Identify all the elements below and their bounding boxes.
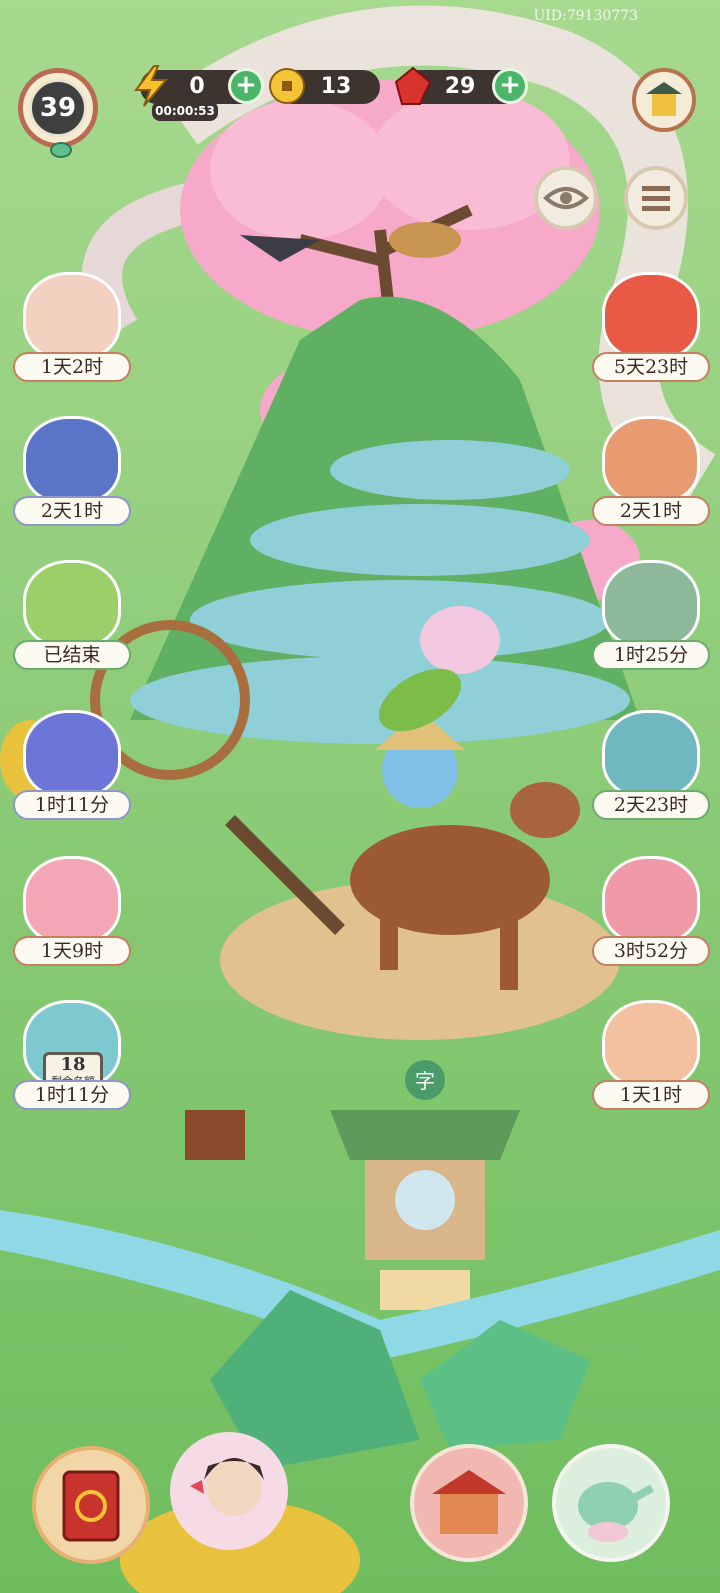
- event-timer: 2天1时: [13, 496, 131, 526]
- event-timer: 1天9时: [13, 936, 131, 966]
- event-timer: 1时11分: [13, 1080, 131, 1110]
- event-jade-cat-gift[interactable]: 2天23时: [592, 710, 710, 820]
- menu-button[interactable]: [624, 166, 688, 230]
- coin-value: 13: [320, 74, 352, 99]
- player-level-badge[interactable]: 39: [12, 62, 104, 158]
- eye-icon: [543, 187, 589, 209]
- remaining-quota-number: 18: [60, 1054, 86, 1075]
- shop-button[interactable]: [632, 68, 696, 132]
- event-timer: 3时52分: [592, 936, 710, 966]
- fox-cat-icon: [602, 272, 700, 360]
- energy-value: 0: [189, 74, 205, 99]
- energy-timer: 00:00:53: [152, 101, 218, 121]
- gem-counter: 29 +: [394, 66, 528, 105]
- event-swallow-kite[interactable]: 1时11分: [13, 710, 131, 820]
- incense-burner: [185, 1110, 245, 1160]
- character-button[interactable]: [170, 1432, 288, 1550]
- user-id: UID:79130773: [533, 8, 638, 24]
- event-scarecrow[interactable]: 已结束: [13, 560, 131, 670]
- event-timer: 1天2时: [13, 352, 131, 382]
- list-menu-icon: [642, 186, 670, 211]
- event-mouse[interactable]: 1天9时: [13, 856, 131, 966]
- view-toggle-button[interactable]: [534, 166, 598, 230]
- rice-pot: [420, 606, 500, 674]
- shrine-sign: 字: [415, 1069, 435, 1093]
- fan-cat-icon: [602, 416, 700, 504]
- add-energy-button[interactable]: +: [228, 68, 264, 104]
- couplet-book-icon: [23, 272, 121, 360]
- scarecrow-icon: [23, 560, 121, 648]
- event-timer: 1天1时: [592, 1080, 710, 1110]
- swallow-kite-icon: [23, 710, 121, 798]
- mouse-icon: [23, 856, 121, 944]
- event-couplet-book[interactable]: 1天2时: [13, 272, 131, 382]
- calico-cat-icon: [23, 416, 121, 504]
- event-calico-cat[interactable]: 2天1时: [13, 416, 131, 526]
- jade-gem-icon: [50, 142, 72, 158]
- market-stall-icon: [432, 1470, 506, 1534]
- character-portrait-icon: [190, 1458, 264, 1516]
- teapot-icon: [578, 1482, 654, 1542]
- lucky-cat-icon: [602, 1000, 700, 1088]
- event-timer: 5天23时: [592, 352, 710, 382]
- gem-value: 29: [444, 74, 476, 99]
- ruby-icon: [394, 66, 432, 105]
- jade-cat-gift-icon: [602, 710, 700, 798]
- event-fan-cat[interactable]: 2天1时: [592, 416, 710, 526]
- event-fox-cat[interactable]: 5天23时: [592, 272, 710, 382]
- event-cards[interactable]: 1时25分: [592, 560, 710, 670]
- event-red-box[interactable]: 3时52分: [592, 856, 710, 966]
- storybook-button[interactable]: [32, 1446, 150, 1564]
- event-timer: 2天1时: [592, 496, 710, 526]
- event-timer: 1时11分: [13, 790, 131, 820]
- event-calendar-dragon[interactable]: 18 剩余名额 1时11分: [13, 1000, 131, 1110]
- bird-nest: [389, 222, 461, 258]
- energy-counter: 0 +: [134, 65, 264, 107]
- coin-counter: 13: [269, 68, 380, 104]
- storybook-icon: [62, 1470, 120, 1542]
- red-box-icon: [602, 856, 700, 944]
- teahouse-button[interactable]: [552, 1444, 670, 1562]
- event-timer: 1时25分: [592, 640, 710, 670]
- cards-icon: [602, 560, 700, 648]
- coin-icon: [269, 68, 305, 104]
- shop-icon: [646, 82, 682, 116]
- event-status: 已结束: [13, 640, 131, 670]
- player-level: 39: [29, 79, 87, 137]
- event-timer: 2天23时: [592, 790, 710, 820]
- add-gems-button[interactable]: +: [492, 68, 528, 104]
- market-button[interactable]: [410, 1444, 528, 1562]
- event-lucky-cat[interactable]: 1天1时: [592, 1000, 710, 1110]
